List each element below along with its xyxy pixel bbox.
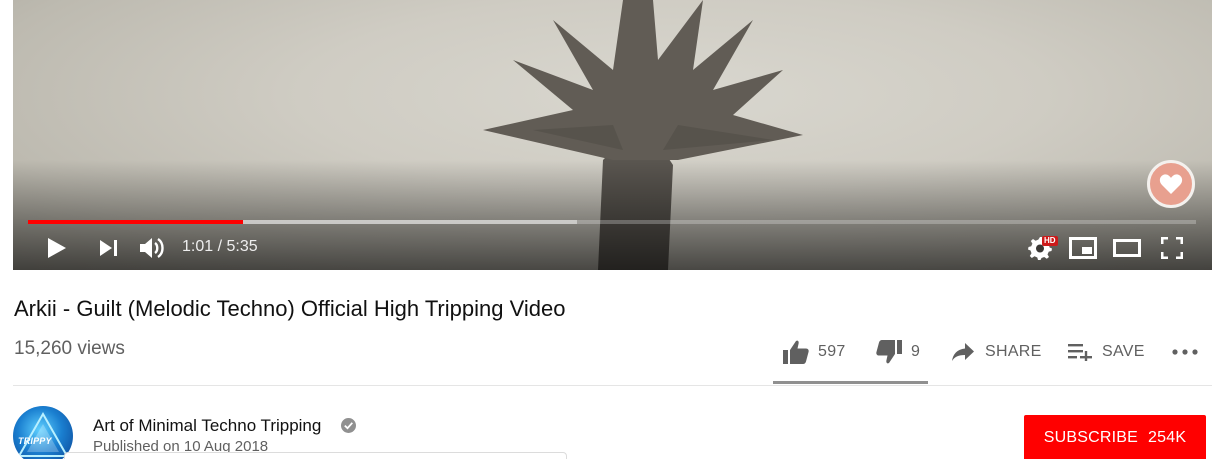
sentiment-bar (773, 381, 928, 384)
playlist-add-icon (1068, 344, 1092, 361)
more-actions-button[interactable] (1172, 336, 1198, 368)
video-title: Arkii - Guilt (Melodic Techno) Official … (14, 296, 566, 321)
dislike-button[interactable]: 9 (876, 336, 920, 368)
subscribe-label: SUBSCRIBE (1043, 429, 1139, 446)
channel-avatar[interactable] (13, 406, 73, 459)
share-icon (952, 343, 974, 361)
miniplayer-icon (1069, 237, 1097, 259)
miniplayer-button[interactable] (1068, 234, 1098, 262)
progress-played (28, 220, 243, 224)
divider (13, 385, 1212, 386)
fullscreen-icon (1161, 237, 1183, 259)
share-label: SHARE (985, 343, 1042, 360)
channel-name[interactable]: Art of Minimal Techno Tripping (93, 416, 321, 436)
video-actions: 597 9 SHARE SAVE (0, 336, 1223, 370)
thumbs-down-icon (876, 340, 902, 364)
time-display: 1:01 / 5:35 (182, 237, 258, 257)
current-time: 1:01 (182, 238, 214, 255)
heart-button[interactable] (1147, 160, 1195, 208)
dislike-count: 9 (911, 343, 921, 360)
verified-check-icon (341, 418, 356, 433)
volume-icon (140, 238, 164, 258)
volume-button[interactable] (138, 233, 168, 263)
theater-mode-icon (1113, 239, 1141, 257)
play-button[interactable] (43, 234, 71, 262)
more-icon (1172, 349, 1198, 355)
avatar-text: TRIPPY (18, 436, 52, 446)
fullscreen-button[interactable] (1158, 234, 1186, 262)
avatar-triangle-icon (17, 411, 69, 457)
next-icon (100, 240, 117, 256)
save-label: SAVE (1102, 343, 1145, 360)
progress-bar[interactable] (28, 220, 1196, 224)
play-icon (48, 238, 66, 258)
subscribe-button[interactable]: SUBSCRIBE 254K (1024, 415, 1206, 459)
save-button[interactable]: SAVE (1068, 336, 1145, 368)
like-button[interactable]: 597 (783, 336, 846, 368)
thumbs-up-icon (783, 340, 809, 364)
next-button[interactable] (96, 235, 122, 261)
like-count: 597 (818, 343, 846, 360)
theater-mode-button[interactable] (1112, 234, 1142, 262)
sentiment-like-fill (773, 381, 926, 384)
duration: 5:35 (226, 238, 258, 255)
heart-icon (1159, 174, 1183, 194)
hd-badge: HD (1042, 236, 1058, 246)
share-button[interactable]: SHARE (952, 336, 1042, 368)
subscriber-count: 254K (1148, 429, 1187, 446)
popup-edge (64, 452, 567, 459)
video-player[interactable]: 1:01 / 5:35 HD (13, 0, 1212, 270)
verified-badge (341, 418, 356, 438)
